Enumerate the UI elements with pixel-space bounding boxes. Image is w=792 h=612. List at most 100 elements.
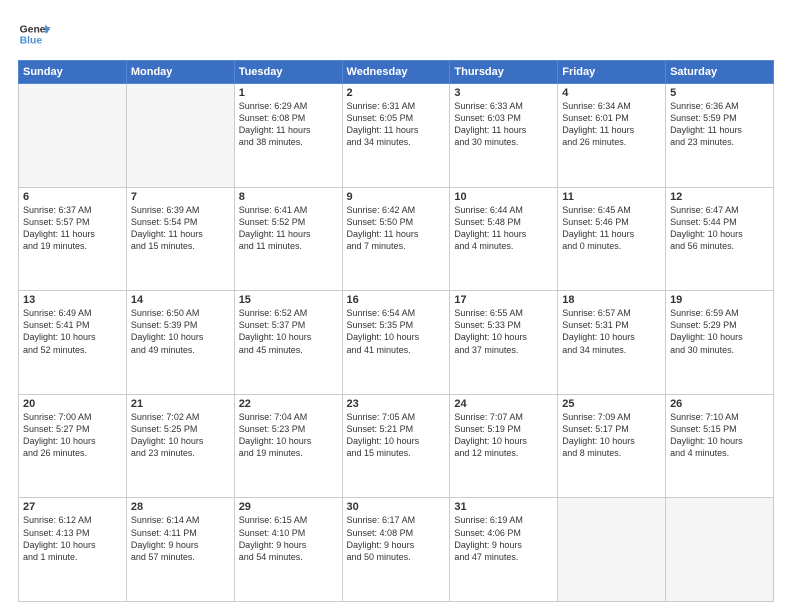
calendar-cell: 17Sunrise: 6:55 AM Sunset: 5:33 PM Dayli… xyxy=(450,291,558,395)
day-info: Sunrise: 6:45 AM Sunset: 5:46 PM Dayligh… xyxy=(562,204,661,253)
calendar-cell: 26Sunrise: 7:10 AM Sunset: 5:15 PM Dayli… xyxy=(666,394,774,498)
calendar-cell: 12Sunrise: 6:47 AM Sunset: 5:44 PM Dayli… xyxy=(666,187,774,291)
day-info: Sunrise: 6:57 AM Sunset: 5:31 PM Dayligh… xyxy=(562,307,661,356)
calendar-cell: 14Sunrise: 6:50 AM Sunset: 5:39 PM Dayli… xyxy=(126,291,234,395)
day-info: Sunrise: 6:42 AM Sunset: 5:50 PM Dayligh… xyxy=(347,204,446,253)
day-info: Sunrise: 6:12 AM Sunset: 4:13 PM Dayligh… xyxy=(23,514,122,563)
day-info: Sunrise: 6:33 AM Sunset: 6:03 PM Dayligh… xyxy=(454,100,553,149)
day-info: Sunrise: 7:07 AM Sunset: 5:19 PM Dayligh… xyxy=(454,411,553,460)
calendar-table: SundayMondayTuesdayWednesdayThursdayFrid… xyxy=(18,60,774,602)
weekday-header-friday: Friday xyxy=(558,61,666,84)
calendar-cell: 4Sunrise: 6:34 AM Sunset: 6:01 PM Daylig… xyxy=(558,84,666,188)
calendar-cell: 11Sunrise: 6:45 AM Sunset: 5:46 PM Dayli… xyxy=(558,187,666,291)
day-info: Sunrise: 6:59 AM Sunset: 5:29 PM Dayligh… xyxy=(670,307,769,356)
calendar-week-3: 13Sunrise: 6:49 AM Sunset: 5:41 PM Dayli… xyxy=(19,291,774,395)
day-number: 10 xyxy=(454,191,553,203)
day-info: Sunrise: 6:39 AM Sunset: 5:54 PM Dayligh… xyxy=(131,204,230,253)
day-number: 8 xyxy=(239,191,338,203)
calendar-cell: 27Sunrise: 6:12 AM Sunset: 4:13 PM Dayli… xyxy=(19,498,127,602)
day-number: 1 xyxy=(239,87,338,99)
weekday-header-tuesday: Tuesday xyxy=(234,61,342,84)
day-number: 21 xyxy=(131,398,230,410)
day-info: Sunrise: 6:52 AM Sunset: 5:37 PM Dayligh… xyxy=(239,307,338,356)
calendar-cell: 22Sunrise: 7:04 AM Sunset: 5:23 PM Dayli… xyxy=(234,394,342,498)
day-number: 6 xyxy=(23,191,122,203)
day-number: 7 xyxy=(131,191,230,203)
page: General Blue SundayMondayTuesdayWednesda… xyxy=(0,0,792,612)
day-number: 5 xyxy=(670,87,769,99)
calendar-week-1: 1Sunrise: 6:29 AM Sunset: 6:08 PM Daylig… xyxy=(19,84,774,188)
calendar-cell: 6Sunrise: 6:37 AM Sunset: 5:57 PM Daylig… xyxy=(19,187,127,291)
day-info: Sunrise: 6:47 AM Sunset: 5:44 PM Dayligh… xyxy=(670,204,769,253)
day-info: Sunrise: 7:10 AM Sunset: 5:15 PM Dayligh… xyxy=(670,411,769,460)
day-info: Sunrise: 6:15 AM Sunset: 4:10 PM Dayligh… xyxy=(239,514,338,563)
weekday-header-sunday: Sunday xyxy=(19,61,127,84)
calendar-cell: 3Sunrise: 6:33 AM Sunset: 6:03 PM Daylig… xyxy=(450,84,558,188)
calendar-cell: 28Sunrise: 6:14 AM Sunset: 4:11 PM Dayli… xyxy=(126,498,234,602)
day-info: Sunrise: 6:55 AM Sunset: 5:33 PM Dayligh… xyxy=(454,307,553,356)
logo: General Blue xyxy=(18,18,50,50)
day-info: Sunrise: 6:34 AM Sunset: 6:01 PM Dayligh… xyxy=(562,100,661,149)
calendar-cell: 9Sunrise: 6:42 AM Sunset: 5:50 PM Daylig… xyxy=(342,187,450,291)
svg-text:Blue: Blue xyxy=(20,36,43,47)
day-info: Sunrise: 6:19 AM Sunset: 4:06 PM Dayligh… xyxy=(454,514,553,563)
calendar-cell: 20Sunrise: 7:00 AM Sunset: 5:27 PM Dayli… xyxy=(19,394,127,498)
day-number: 18 xyxy=(562,294,661,306)
calendar-cell: 16Sunrise: 6:54 AM Sunset: 5:35 PM Dayli… xyxy=(342,291,450,395)
day-number: 23 xyxy=(347,398,446,410)
day-number: 14 xyxy=(131,294,230,306)
weekday-header-saturday: Saturday xyxy=(666,61,774,84)
day-number: 3 xyxy=(454,87,553,99)
calendar-cell: 18Sunrise: 6:57 AM Sunset: 5:31 PM Dayli… xyxy=(558,291,666,395)
logo-icon: General Blue xyxy=(18,18,50,50)
day-info: Sunrise: 6:37 AM Sunset: 5:57 PM Dayligh… xyxy=(23,204,122,253)
calendar-body: 1Sunrise: 6:29 AM Sunset: 6:08 PM Daylig… xyxy=(19,84,774,602)
day-number: 16 xyxy=(347,294,446,306)
calendar-cell: 19Sunrise: 6:59 AM Sunset: 5:29 PM Dayli… xyxy=(666,291,774,395)
calendar-cell: 7Sunrise: 6:39 AM Sunset: 5:54 PM Daylig… xyxy=(126,187,234,291)
weekday-header-thursday: Thursday xyxy=(450,61,558,84)
day-info: Sunrise: 6:17 AM Sunset: 4:08 PM Dayligh… xyxy=(347,514,446,563)
calendar-cell: 23Sunrise: 7:05 AM Sunset: 5:21 PM Dayli… xyxy=(342,394,450,498)
day-number: 2 xyxy=(347,87,446,99)
calendar-cell: 8Sunrise: 6:41 AM Sunset: 5:52 PM Daylig… xyxy=(234,187,342,291)
day-info: Sunrise: 6:29 AM Sunset: 6:08 PM Dayligh… xyxy=(239,100,338,149)
calendar-cell: 5Sunrise: 6:36 AM Sunset: 5:59 PM Daylig… xyxy=(666,84,774,188)
day-number: 22 xyxy=(239,398,338,410)
day-number: 28 xyxy=(131,501,230,513)
day-number: 9 xyxy=(347,191,446,203)
day-number: 25 xyxy=(562,398,661,410)
calendar-cell xyxy=(19,84,127,188)
calendar-cell: 24Sunrise: 7:07 AM Sunset: 5:19 PM Dayli… xyxy=(450,394,558,498)
day-number: 30 xyxy=(347,501,446,513)
calendar-cell: 1Sunrise: 6:29 AM Sunset: 6:08 PM Daylig… xyxy=(234,84,342,188)
day-info: Sunrise: 6:36 AM Sunset: 5:59 PM Dayligh… xyxy=(670,100,769,149)
day-info: Sunrise: 6:41 AM Sunset: 5:52 PM Dayligh… xyxy=(239,204,338,253)
calendar-week-2: 6Sunrise: 6:37 AM Sunset: 5:57 PM Daylig… xyxy=(19,187,774,291)
calendar-cell xyxy=(666,498,774,602)
calendar-cell: 30Sunrise: 6:17 AM Sunset: 4:08 PM Dayli… xyxy=(342,498,450,602)
day-number: 12 xyxy=(670,191,769,203)
calendar-cell xyxy=(558,498,666,602)
calendar-cell: 21Sunrise: 7:02 AM Sunset: 5:25 PM Dayli… xyxy=(126,394,234,498)
calendar-cell xyxy=(126,84,234,188)
day-info: Sunrise: 7:05 AM Sunset: 5:21 PM Dayligh… xyxy=(347,411,446,460)
day-number: 17 xyxy=(454,294,553,306)
calendar-cell: 29Sunrise: 6:15 AM Sunset: 4:10 PM Dayli… xyxy=(234,498,342,602)
day-number: 31 xyxy=(454,501,553,513)
calendar-cell: 31Sunrise: 6:19 AM Sunset: 4:06 PM Dayli… xyxy=(450,498,558,602)
day-info: Sunrise: 7:09 AM Sunset: 5:17 PM Dayligh… xyxy=(562,411,661,460)
day-info: Sunrise: 6:44 AM Sunset: 5:48 PM Dayligh… xyxy=(454,204,553,253)
weekday-header-monday: Monday xyxy=(126,61,234,84)
calendar-cell: 25Sunrise: 7:09 AM Sunset: 5:17 PM Dayli… xyxy=(558,394,666,498)
calendar-cell: 13Sunrise: 6:49 AM Sunset: 5:41 PM Dayli… xyxy=(19,291,127,395)
day-info: Sunrise: 6:14 AM Sunset: 4:11 PM Dayligh… xyxy=(131,514,230,563)
calendar-cell: 15Sunrise: 6:52 AM Sunset: 5:37 PM Dayli… xyxy=(234,291,342,395)
calendar-week-5: 27Sunrise: 6:12 AM Sunset: 4:13 PM Dayli… xyxy=(19,498,774,602)
weekday-header-wednesday: Wednesday xyxy=(342,61,450,84)
weekday-header-row: SundayMondayTuesdayWednesdayThursdayFrid… xyxy=(19,61,774,84)
day-number: 27 xyxy=(23,501,122,513)
day-number: 15 xyxy=(239,294,338,306)
day-info: Sunrise: 6:50 AM Sunset: 5:39 PM Dayligh… xyxy=(131,307,230,356)
day-info: Sunrise: 6:54 AM Sunset: 5:35 PM Dayligh… xyxy=(347,307,446,356)
